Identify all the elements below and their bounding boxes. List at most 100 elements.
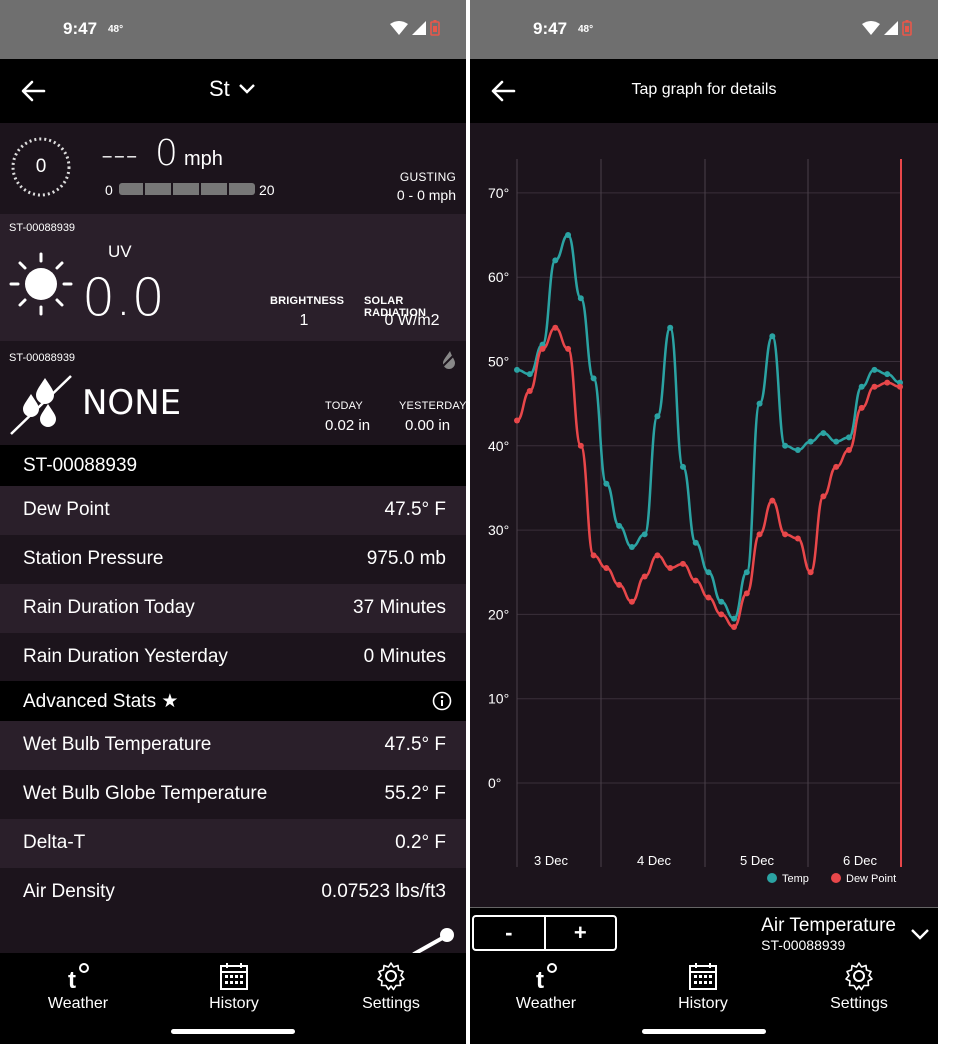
data-point — [539, 345, 546, 352]
data-point — [603, 565, 610, 572]
brightness-label: BRIGHTNESS — [270, 295, 345, 307]
rain-panel[interactable]: ST-00088939 NONE TODAY 0.02 in YESTERDAY… — [0, 341, 466, 445]
nav-history[interactable]: History — [179, 961, 289, 1013]
stat-value: 0.2° F — [395, 832, 446, 853]
y-tick-label: 10° — [488, 691, 509, 707]
rain-device-id: ST-00088939 — [9, 352, 76, 364]
station-selector[interactable]: St — [209, 76, 256, 102]
calendar-icon — [689, 963, 717, 990]
y-tick-label: 40° — [488, 438, 509, 454]
advanced-stats-title: Advanced Stats ★ — [23, 691, 179, 712]
data-point — [514, 417, 520, 424]
stat-row-dew-point[interactable]: Dew Point 47.5° F — [0, 486, 466, 535]
data-point — [718, 611, 725, 618]
legend-swatch — [767, 873, 777, 883]
temperature-chart[interactable]: 70° 60° 50° 40° 30° 20° 10° 0° 3 Dec 4 Dec 5 Dec 6 … — [470, 123, 938, 907]
wind-panel[interactable]: 0 --- 0 mph 0 20 GUSTING 0 - 0 mph — [0, 123, 466, 214]
bottom-nav: t Weather History Settings — [0, 953, 466, 1044]
series-line-dew-point — [516, 326, 901, 629]
zoom-in-button[interactable]: + — [543, 917, 616, 949]
series-line-temp — [516, 233, 901, 620]
metric-station: ST-00088939 — [761, 937, 846, 953]
nav-settings-label: Settings — [830, 995, 888, 1012]
stat-row-air-density[interactable]: Air Density 0.07523 lbs/ft3 — [0, 868, 466, 956]
nav-history[interactable]: History — [648, 961, 758, 1013]
stat-row-wet-bulb-temp[interactable]: Wet Bulb Temperature 47.5° F — [0, 721, 466, 770]
metric-selector[interactable]: Air Temperature ST-00088939 — [761, 915, 930, 953]
stat-value: 47.5° F — [384, 734, 446, 755]
stat-value: 47.5° F — [384, 499, 446, 520]
data-point — [718, 598, 725, 605]
x-tick-label: 5 Dec — [740, 853, 774, 868]
stat-row-delta-t[interactable]: Delta-T 0.2° F — [0, 819, 466, 868]
weather-t-icon: t — [536, 963, 557, 991]
data-point — [552, 324, 559, 331]
data-point — [743, 569, 750, 576]
top-bar: Tap graph for details — [470, 59, 938, 123]
solar-radiation-value: 0 W/m2 — [384, 312, 440, 329]
stat-label: Rain Duration Today — [23, 597, 195, 618]
rain-sensor-icon[interactable] — [440, 349, 458, 369]
data-point — [667, 324, 674, 331]
stat-row-wet-bulb-globe-temp[interactable]: Wet Bulb Globe Temperature 55.2° F — [0, 770, 466, 819]
station-header: ST-00088939 — [0, 445, 466, 486]
stat-label: Rain Duration Yesterday — [23, 646, 228, 667]
data-point — [756, 531, 763, 538]
nav-history-label: History — [678, 995, 728, 1012]
station-detail-screen: 9:47 48° St 0 --- 0 mph 0 20 GUSTING 0 -… — [0, 0, 466, 1044]
chart-controls: - + Air Temperature ST-00088939 — [470, 907, 938, 953]
nav-settings[interactable]: Settings — [804, 961, 914, 1013]
data-point — [731, 624, 738, 631]
stat-label: Wet Bulb Temperature — [23, 734, 212, 755]
gusting-value: 0 - 0 mph — [396, 187, 456, 203]
data-point — [692, 577, 699, 584]
info-icon[interactable] — [432, 691, 452, 711]
stat-label: Delta-T — [23, 832, 86, 853]
nav-weather[interactable]: t Weather — [491, 961, 601, 1013]
y-tick-label: 50° — [488, 354, 509, 370]
status-time: 9:47 — [533, 19, 568, 38]
advanced-stats-header: Advanced Stats ★ — [0, 681, 466, 721]
status-bar: 9:47 48° — [470, 0, 938, 59]
nav-settings[interactable]: Settings — [336, 961, 446, 1013]
status-time: 9:47 — [63, 19, 98, 38]
stat-row-rain-duration-yesterday[interactable]: Rain Duration Yesterday 0 Minutes — [0, 633, 466, 681]
data-point — [603, 480, 610, 487]
data-point — [769, 333, 776, 340]
stat-value: 55.2° F — [384, 783, 446, 804]
wifi-icon — [862, 21, 880, 35]
nav-weather[interactable]: t Weather — [23, 961, 133, 1013]
uv-panel[interactable]: ST-00088939 UV 0.0 BRIGHTNESS 1 SOLAR RA… — [0, 214, 466, 341]
x-tick-label: 6 Dec — [843, 853, 877, 868]
nav-settings-label: Settings — [362, 995, 420, 1012]
data-point — [526, 388, 533, 395]
graph-toggle-icon[interactable] — [410, 926, 456, 956]
wind-scale-min: 0 — [105, 182, 113, 198]
zoom-controls: - + — [472, 915, 617, 951]
nav-history-label: History — [209, 995, 259, 1012]
home-indicator[interactable] — [171, 1029, 295, 1034]
chart-canvas[interactable]: 70° 60° 50° 40° 30° 20° 10° 0° 3 Dec 4 Dec 5 Dec 6 … — [470, 123, 938, 907]
back-arrow-icon[interactable] — [20, 79, 46, 103]
data-point — [833, 463, 840, 470]
stat-value: 0 Minutes — [363, 646, 446, 667]
data-point — [552, 257, 559, 264]
zoom-out-button[interactable]: - — [474, 917, 544, 949]
wifi-icon — [390, 21, 408, 35]
data-point — [858, 404, 865, 411]
brightness-value: 1 — [299, 312, 309, 329]
wind-speed-prefix: --- — [101, 135, 138, 175]
sun-icon — [9, 252, 73, 316]
uv-label: UV — [108, 242, 132, 261]
data-point — [769, 497, 776, 504]
data-point — [782, 531, 789, 538]
data-point — [807, 438, 814, 445]
rain-yesterday-label: YESTERDAY — [399, 400, 466, 412]
data-point — [577, 442, 584, 449]
stat-row-station-pressure[interactable]: Station Pressure 975.0 mb — [0, 535, 466, 584]
data-point — [577, 295, 584, 302]
data-point — [820, 493, 827, 500]
weather-t-icon: t — [68, 963, 89, 991]
stat-row-rain-duration-today[interactable]: Rain Duration Today 37 Minutes — [0, 584, 466, 633]
home-indicator[interactable] — [642, 1029, 766, 1034]
